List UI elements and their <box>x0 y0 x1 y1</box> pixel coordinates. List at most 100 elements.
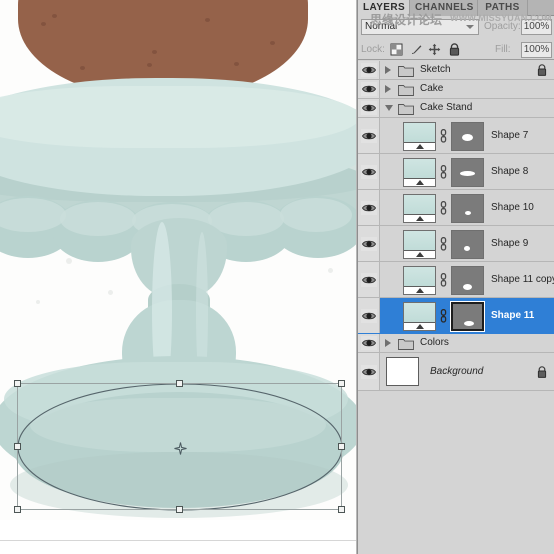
mask-shape <box>462 134 473 141</box>
link-icon[interactable] <box>439 200 448 215</box>
transform-handle-bottom-left[interactable] <box>14 506 21 513</box>
disclosure-triangle[interactable] <box>385 105 393 111</box>
lock-position-icon[interactable] <box>428 43 441 56</box>
transform-handle-top-left[interactable] <box>14 380 21 387</box>
layer-row-shape-9[interactable]: Shape 9 <box>358 226 554 262</box>
transform-handle-top-center[interactable] <box>175 380 183 387</box>
tab-channels[interactable]: CHANNELS <box>410 0 478 16</box>
eye-icon[interactable] <box>361 101 377 115</box>
mask-shape <box>464 321 474 326</box>
eye-icon[interactable] <box>361 336 377 350</box>
visibility-cell[interactable] <box>358 99 380 117</box>
vector-mask-thumbnail[interactable] <box>451 158 484 187</box>
cake-speck <box>41 22 46 26</box>
blend-mode-select[interactable]: Normal <box>361 19 479 35</box>
fill-input[interactable]: 100% <box>521 42 552 58</box>
visibility-cell[interactable] <box>358 80 380 98</box>
layer-row-shape-7[interactable]: Shape 7 <box>358 118 554 154</box>
layer-list[interactable]: Sketch Cake Cake Stand Shape 7 Shape 8 S… <box>358 61 554 541</box>
layer-name: Colors <box>420 337 449 348</box>
vector-mask-thumbnail[interactable] <box>451 194 484 223</box>
layer-name: Shape 10 <box>491 201 534 213</box>
link-icon[interactable] <box>439 272 448 287</box>
transform-reference-point-icon[interactable] <box>174 442 187 455</box>
link-icon[interactable] <box>439 308 448 323</box>
layer-row-background[interactable]: Background <box>358 353 554 391</box>
thumbnail-marker <box>415 144 424 149</box>
vector-mask-thumbnail[interactable] <box>451 230 484 259</box>
layer-row-cake[interactable]: Cake <box>358 80 554 99</box>
layer-thumbnail[interactable] <box>403 194 436 223</box>
layer-row-sketch[interactable]: Sketch <box>358 61 554 80</box>
lock-image-icon[interactable] <box>410 43 423 56</box>
layer-name: Shape 9 <box>491 237 529 249</box>
thumbnail-marker <box>415 288 424 293</box>
layer-row-cake-stand[interactable]: Cake Stand <box>358 99 554 118</box>
layer-thumbnail[interactable] <box>403 122 436 151</box>
lock-transparency-icon[interactable] <box>390 43 403 56</box>
folder-icon <box>398 66 414 77</box>
layer-thumbnail[interactable] <box>386 357 419 386</box>
disclosure-triangle[interactable] <box>385 339 391 347</box>
document-canvas[interactable] <box>0 0 357 554</box>
layer-row-colors[interactable]: Colors <box>358 334 554 353</box>
visibility-cell[interactable] <box>358 226 380 261</box>
layer-name: Shape 11 <box>491 309 535 321</box>
eye-icon[interactable] <box>361 364 377 379</box>
link-icon[interactable] <box>439 164 448 179</box>
layer-row-shape-11[interactable]: Shape 11 <box>358 298 554 334</box>
eye-icon[interactable] <box>361 164 377 179</box>
folder-icon <box>398 85 414 96</box>
disclosure-triangle[interactable] <box>385 66 391 74</box>
tab-paths[interactable]: PATHS <box>478 0 528 16</box>
layer-thumbnail[interactable] <box>403 302 436 331</box>
link-icon[interactable] <box>439 128 448 143</box>
eye-icon[interactable] <box>361 308 377 323</box>
eye-icon[interactable] <box>361 272 377 287</box>
cake-speck <box>147 63 152 67</box>
thumbnail-marker <box>415 216 424 221</box>
layer-thumbnail[interactable] <box>403 266 436 295</box>
visibility-cell[interactable] <box>358 61 380 79</box>
transform-handle-bottom-right[interactable] <box>338 506 345 513</box>
cake-speck <box>80 66 85 70</box>
canvas-horizontal-scrollbar[interactable] <box>0 540 357 554</box>
layer-row-shape-11-copy[interactable]: Shape 11 copy <box>358 262 554 298</box>
blend-mode-value: Normal <box>365 21 398 32</box>
visibility-cell[interactable] <box>358 353 380 390</box>
lock-all-icon[interactable] <box>448 43 461 56</box>
vector-mask-thumbnail[interactable] <box>450 301 485 332</box>
layer-name: Background <box>430 365 484 377</box>
scallop-highlight <box>60 202 136 236</box>
transform-handle-bottom-center[interactable] <box>175 506 183 513</box>
transform-handle-middle-left[interactable] <box>14 442 21 450</box>
vector-mask-thumbnail[interactable] <box>451 122 484 151</box>
opacity-input[interactable]: 100% <box>521 19 552 35</box>
visibility-cell[interactable] <box>358 190 380 225</box>
layer-row-shape-8[interactable]: Shape 8 <box>358 154 554 190</box>
transform-handle-top-right[interactable] <box>338 380 345 387</box>
eye-icon[interactable] <box>361 63 377 77</box>
transform-handle-middle-right[interactable] <box>338 442 345 450</box>
layer-row-shape-10[interactable]: Shape 10 <box>358 190 554 226</box>
visibility-cell[interactable] <box>358 154 380 189</box>
eye-icon[interactable] <box>361 128 377 143</box>
eye-icon[interactable] <box>361 200 377 215</box>
tab-layers[interactable]: LAYERS <box>358 0 410 16</box>
cake-speck <box>205 18 210 22</box>
layer-thumbnail[interactable] <box>403 230 436 259</box>
visibility-cell[interactable] <box>358 298 380 333</box>
visibility-cell[interactable] <box>358 118 380 153</box>
visibility-cell[interactable] <box>358 262 380 297</box>
eye-icon[interactable] <box>361 236 377 251</box>
layer-thumbnail[interactable] <box>403 158 436 187</box>
vector-mask-thumbnail[interactable] <box>451 266 484 295</box>
layer-name: Shape 8 <box>491 165 529 177</box>
visibility-cell[interactable] <box>358 334 380 352</box>
link-icon[interactable] <box>439 236 448 251</box>
opacity-label: Opacity: <box>484 21 521 32</box>
folder-icon <box>398 339 414 350</box>
disclosure-triangle[interactable] <box>385 85 391 93</box>
eye-icon[interactable] <box>361 82 377 96</box>
cake-speck <box>270 41 275 45</box>
